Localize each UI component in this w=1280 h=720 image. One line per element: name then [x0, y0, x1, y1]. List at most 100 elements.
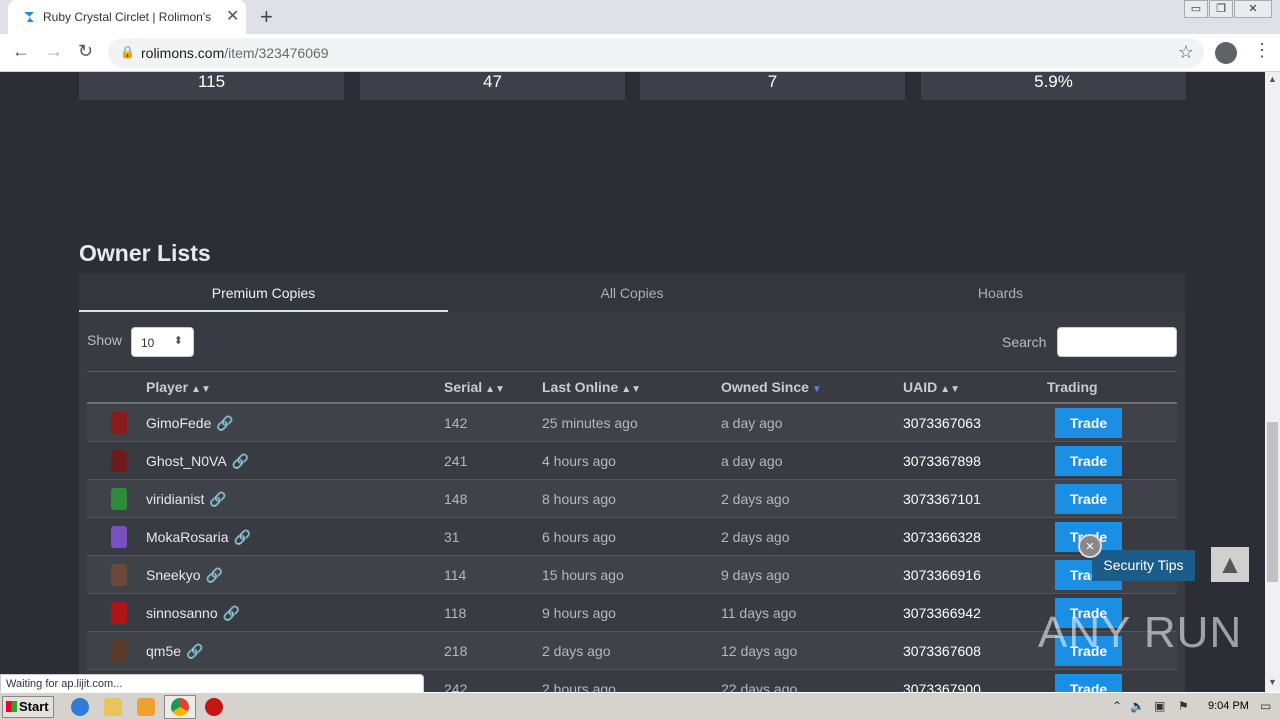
close-tab-icon[interactable]: ✕	[226, 6, 239, 26]
tray-expand-icon[interactable]: ⌃	[1112, 699, 1122, 713]
uaid-cell: 3073367900	[903, 681, 981, 692]
column-uaid[interactable]: UAID ▲▼	[903, 379, 960, 395]
player-link[interactable]: sinnosanno 🔗	[146, 605, 240, 622]
scroll-to-top-icon[interactable]: ▲	[1211, 547, 1249, 582]
table-row: viridianist 🔗 148 8 hours ago 2 days ago 3073…	[87, 480, 1177, 518]
status-bar: Waiting for ap.lijit.com...	[0, 674, 424, 694]
uaid-cell: 3073367608	[903, 643, 981, 659]
start-button[interactable]: Start	[2, 696, 54, 718]
avatar[interactable]	[111, 602, 127, 624]
player-link[interactable]: GimoFede 🔗	[146, 415, 234, 432]
player-link[interactable]: MokaRosaria 🔗	[146, 529, 251, 546]
owned-since-cell: 9 days ago	[721, 567, 790, 583]
link-icon[interactable]: 🔗	[209, 491, 226, 507]
clock: 9:04 PM	[1208, 700, 1249, 712]
stat-card: 5.9%	[921, 72, 1186, 100]
avatar[interactable]	[111, 450, 127, 472]
avatar[interactable]	[111, 526, 127, 548]
scroll-down-icon[interactable]: ▼	[1268, 677, 1277, 687]
serial-cell: 148	[444, 491, 468, 507]
player-link[interactable]: Sneekyo 🔗	[146, 567, 223, 584]
back-icon[interactable]: ←	[12, 41, 30, 62]
select-arrows-icon: ⬍	[173, 335, 183, 347]
serial-cell: 218	[444, 643, 468, 659]
toolbar: ← → ↻ 🔒 rolimons.com/item/323476069 ☆ ⋮	[0, 34, 1280, 72]
reload-icon[interactable]: ↻	[78, 41, 93, 62]
trade-button[interactable]: Trade	[1055, 408, 1122, 438]
sort-desc-icon: ▼	[811, 384, 822, 395]
page-scrollbar[interactable]: ▲ ▼	[1265, 72, 1280, 692]
link-icon[interactable]: 🔗	[233, 529, 250, 545]
new-tab-icon[interactable]: +	[260, 4, 273, 30]
link-icon[interactable]: 🔗	[205, 567, 222, 583]
avatar[interactable]	[111, 488, 127, 510]
security-tips-button[interactable]: Security Tips	[1092, 550, 1195, 581]
sort-icon: ▲▼	[621, 384, 642, 395]
ie-icon[interactable]	[71, 698, 89, 716]
avatar[interactable]	[111, 640, 127, 662]
watermark-logo: ANY RUN	[1038, 608, 1243, 657]
address-bar[interactable]: 🔒 rolimons.com/item/323476069 ☆	[108, 38, 1204, 68]
link-icon[interactable]: 🔗	[232, 453, 249, 469]
avatar[interactable]	[111, 412, 127, 434]
lock-icon[interactable]: 🔒	[120, 45, 135, 59]
tab-all-copies[interactable]: All Copies	[448, 274, 816, 312]
forward-icon[interactable]: →	[45, 41, 63, 62]
profile-avatar-icon[interactable]	[1215, 42, 1237, 64]
last-online-cell: 15 hours ago	[542, 567, 624, 583]
show-desktop-icon[interactable]: ▭	[1260, 699, 1271, 713]
link-icon[interactable]: 🔗	[186, 643, 203, 659]
url-text[interactable]: rolimons.com/item/323476069	[141, 45, 329, 61]
column-last-online[interactable]: Last Online ▲▼	[542, 379, 641, 395]
tab-hoards[interactable]: Hoards	[816, 274, 1185, 312]
minimize-icon[interactable]: ▭	[1184, 0, 1208, 18]
folder-icon[interactable]	[104, 698, 122, 716]
stat-card: 7	[640, 72, 905, 100]
stat-card: 115	[79, 72, 344, 100]
tab-strip: Ruby Crystal Circlet | Rolimon's ✕ + ▭ ❐…	[0, 0, 1280, 34]
owned-since-cell: 22 days ago	[721, 681, 798, 692]
column-serial[interactable]: Serial ▲▼	[444, 379, 505, 395]
close-icon[interactable]: ×	[1078, 534, 1102, 558]
media-player-icon[interactable]	[137, 698, 155, 716]
column-owned-since[interactable]: Owned Since ▼	[721, 379, 822, 395]
column-player[interactable]: Player ▲▼	[146, 379, 211, 395]
link-icon[interactable]: 🔗	[216, 415, 233, 431]
page-length-select[interactable]: 10 ⬍	[131, 327, 194, 357]
rolimons-favicon-icon	[24, 12, 34, 22]
owned-since-cell: 11 days ago	[721, 605, 797, 621]
show-label: Show	[87, 332, 123, 348]
owned-since-cell: 2 days ago	[721, 491, 790, 507]
player-link[interactable]: viridianist 🔗	[146, 491, 227, 508]
trade-button[interactable]: Trade	[1055, 484, 1122, 514]
sort-icon: ▲▼	[485, 384, 505, 395]
sort-icon: ▲▼	[191, 384, 211, 395]
opera-icon[interactable]	[205, 698, 223, 716]
menu-icon[interactable]: ⋮	[1253, 40, 1271, 61]
scroll-thumb[interactable]	[1267, 422, 1278, 582]
restore-icon[interactable]: ❐	[1209, 0, 1233, 18]
page-viewport: 115 47 7 5.9% Owner Lists Premium Copies…	[0, 72, 1265, 692]
volume-icon[interactable]: 🔈	[1130, 699, 1145, 713]
trade-button[interactable]: Trade	[1055, 446, 1122, 476]
close-window-icon[interactable]: ✕	[1234, 0, 1272, 18]
trade-button[interactable]: Trade	[1055, 674, 1122, 692]
player-link[interactable]: qm5e 🔗	[146, 643, 203, 660]
tab-premium-copies[interactable]: Premium Copies	[79, 274, 448, 312]
chrome-taskbar-button[interactable]	[164, 695, 196, 719]
network-icon[interactable]: ▣	[1154, 699, 1165, 713]
uaid-cell: 3073366328	[903, 529, 981, 545]
search-input[interactable]	[1057, 327, 1177, 357]
bookmark-star-icon[interactable]: ☆	[1178, 42, 1194, 63]
flag-icon[interactable]: ⚑	[1178, 699, 1189, 713]
uaid-cell: 3073367063	[903, 415, 981, 431]
link-icon[interactable]: 🔗	[223, 605, 240, 621]
avatar[interactable]	[111, 564, 127, 586]
scroll-up-icon[interactable]: ▲	[1268, 74, 1277, 84]
player-link[interactable]: Ghost_N0VA 🔗	[146, 453, 249, 470]
serial-cell: 118	[444, 605, 467, 621]
sort-icon: ▲▼	[940, 384, 961, 395]
uaid-cell: 3073366942	[903, 605, 981, 621]
chrome-icon	[171, 698, 189, 716]
browser-tab[interactable]: Ruby Crystal Circlet | Rolimon's ✕	[8, 0, 246, 34]
